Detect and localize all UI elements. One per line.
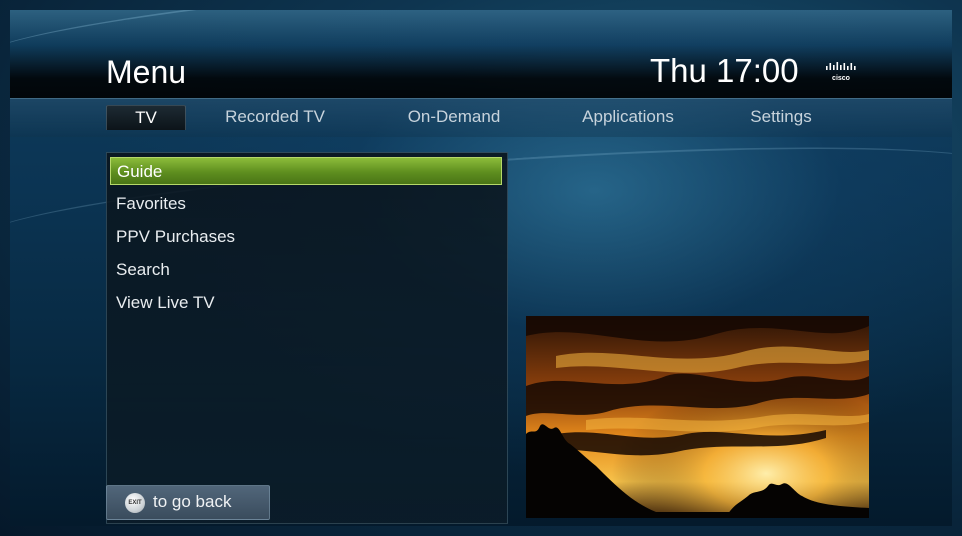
tab-settings[interactable]: Settings <box>736 105 826 129</box>
sunset-sky-image <box>526 316 869 518</box>
cisco-logo-icon: cisco <box>826 62 856 82</box>
menu-item-favorites[interactable]: Favorites <box>110 190 502 218</box>
header-bar: Menu Thu 17:00 cisco <box>10 10 952 98</box>
tab-tv[interactable]: TV <box>106 105 186 130</box>
tab-applications[interactable]: Applications <box>568 105 688 129</box>
tv-menu-screen: Menu Thu 17:00 cisco TV Recorded TV On-D… <box>10 10 952 526</box>
menu-item-guide[interactable]: Guide <box>110 157 502 185</box>
exit-hint-label: to go back <box>153 492 232 511</box>
menu-item-view-live-tv[interactable]: View Live TV <box>110 289 502 317</box>
page-title: Menu <box>106 54 187 90</box>
menu-item-search[interactable]: Search <box>110 256 502 284</box>
menu-item-ppv-purchases[interactable]: PPV Purchases <box>110 223 502 251</box>
exit-hint: EXIT to go back <box>106 485 270 520</box>
tab-recorded-tv[interactable]: Recorded TV <box>210 105 340 129</box>
svg-text:cisco: cisco <box>832 75 850 82</box>
tab-on-demand[interactable]: On-Demand <box>394 105 514 129</box>
menu-panel: Guide Favorites PPV Purchases Search Vie… <box>106 152 508 524</box>
exit-button-icon: EXIT <box>125 493 145 513</box>
tab-bar: TV Recorded TV On-Demand Applications Se… <box>10 98 952 137</box>
clock: Thu 17:00 <box>650 52 799 89</box>
video-preview <box>526 316 869 518</box>
